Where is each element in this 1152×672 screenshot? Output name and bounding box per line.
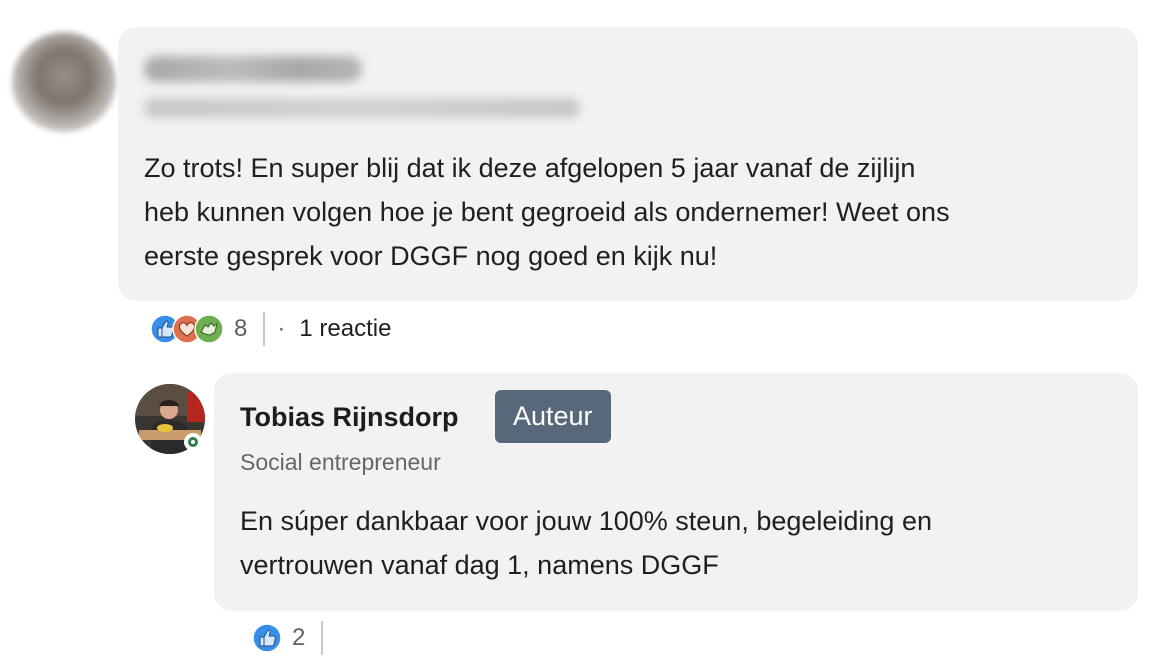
reaction-count[interactable]: 8	[234, 315, 247, 343]
author-badge: Auteur	[495, 390, 611, 443]
comment-text-line: Zo trots! En super blij dat ik deze afge…	[144, 153, 916, 183]
online-status-icon	[184, 433, 202, 451]
reaction-count[interactable]: 2	[292, 624, 305, 652]
reply-text-line: vertrouwen vanaf dag 1, namens DGGF	[240, 550, 719, 580]
support-icon	[194, 314, 224, 344]
like-icon[interactable]	[252, 623, 282, 653]
commenter-headline-blurred	[144, 98, 580, 118]
comment-text-line: eerste gesprek voor DGGF nog goed en kij…	[144, 241, 718, 271]
reply-reactions-bar: 2	[252, 620, 324, 656]
reply-text: En súper dankbaar voor jouw 100% steun, …	[240, 499, 1100, 587]
comment-text: Zo trots! En super blij dat ik deze afge…	[144, 146, 1104, 278]
commenter-avatar[interactable]	[12, 32, 116, 132]
divider	[321, 621, 324, 655]
reaction-icons[interactable]	[150, 314, 224, 344]
comment-reactions-bar: 8 · 1 reactie	[150, 311, 391, 347]
comment-text-line: heb kunnen volgen hoe je bent gegroeid a…	[144, 197, 950, 227]
replies-link[interactable]: 1 reactie	[299, 315, 391, 343]
commenter-name-blurred[interactable]	[144, 56, 362, 82]
author-name[interactable]: Tobias Rijnsdorp	[240, 402, 459, 433]
separator-dot: ·	[277, 315, 286, 342]
divider	[263, 312, 266, 346]
reply-text-line: En súper dankbaar voor jouw 100% steun, …	[240, 506, 932, 536]
author-headline: Social entrepreneur	[240, 449, 441, 475]
